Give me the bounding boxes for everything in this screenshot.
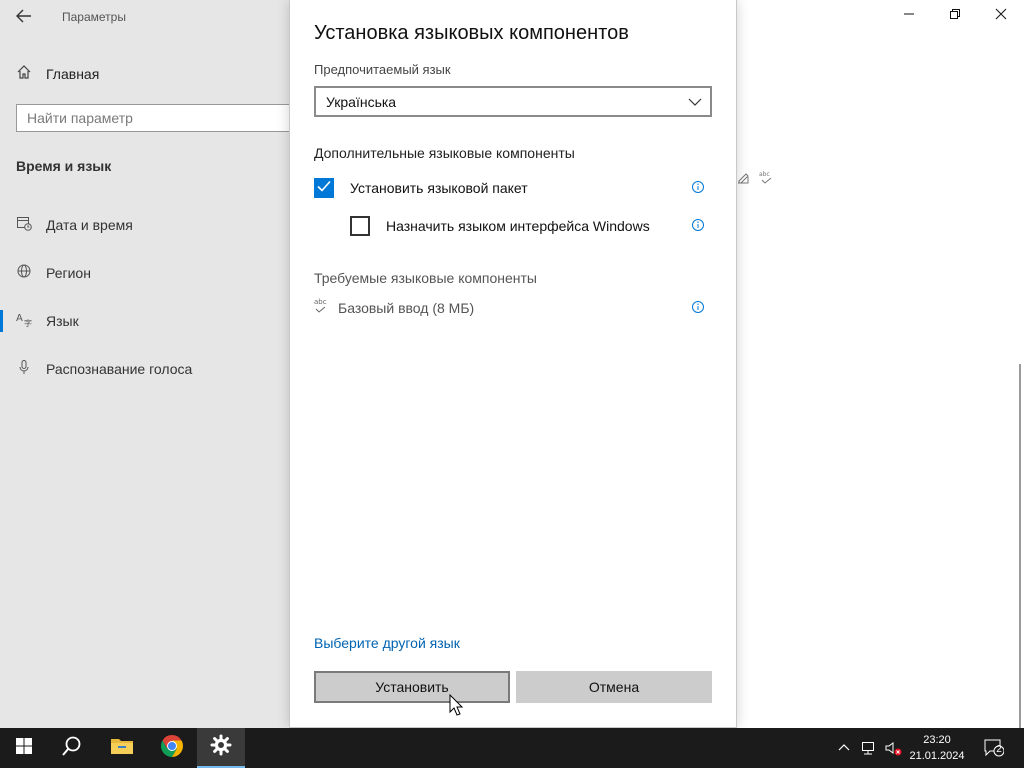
- nav-item-region[interactable]: Регион: [16, 261, 91, 285]
- basic-typing-icon: abc: [314, 297, 328, 320]
- file-explorer-button[interactable]: [98, 728, 146, 768]
- language-pack-checkbox[interactable]: [314, 178, 334, 198]
- globe-icon: [16, 263, 32, 284]
- choose-another-language-link[interactable]: Выберите другой язык: [314, 635, 460, 651]
- nav-item-speech[interactable]: Распознавание голоса: [16, 357, 192, 381]
- abc-text: abc: [314, 298, 327, 306]
- nav-item-label: Распознавание голоса: [46, 361, 193, 377]
- info-icon[interactable]: [691, 180, 705, 194]
- settings-sidebar: Параметры Главная Время и язык Дата и вр…: [0, 0, 306, 728]
- preferred-language-label: Предпочитаемый язык: [314, 62, 451, 77]
- nav-home-label: Главная: [46, 66, 100, 82]
- notification-count-badge: 2: [996, 744, 1002, 755]
- install-button[interactable]: Установить: [314, 671, 510, 703]
- option-language-pack[interactable]: Установить языковой пакет: [314, 177, 528, 199]
- cancel-button[interactable]: Отмена: [516, 671, 712, 703]
- content-background: [736, 0, 1024, 728]
- minimize-icon: [903, 7, 915, 25]
- checkmark-icon: [316, 178, 332, 199]
- optional-features-title: Дополнительные языковые компоненты: [314, 145, 575, 161]
- section-title: Время и язык: [16, 158, 112, 174]
- search-field[interactable]: [16, 104, 306, 132]
- mouse-cursor-icon: [449, 693, 464, 721]
- minimize-button[interactable]: [886, 4, 932, 28]
- clock-time: 23:20: [923, 734, 951, 746]
- home-icon: [16, 64, 32, 85]
- search-input[interactable]: [17, 105, 305, 131]
- nav-item-label: Язык: [46, 313, 79, 329]
- back-arrow-icon[interactable]: [14, 6, 34, 26]
- start-button[interactable]: [0, 728, 48, 768]
- required-feature-label: Базовый ввод (8 МБ): [338, 300, 475, 316]
- clock-date: 21.01.2024: [909, 750, 965, 762]
- language-icon: A字: [16, 311, 32, 332]
- info-icon[interactable]: [691, 218, 705, 232]
- option-label: Установить языковой пакет: [350, 180, 528, 196]
- chevron-up-icon[interactable]: [836, 740, 852, 756]
- search-icon: [61, 735, 83, 762]
- scrollbar[interactable]: [1019, 364, 1021, 728]
- taskbar: 23:20 21.01.2024 2: [0, 728, 1024, 768]
- preferred-language-select[interactable]: Українська: [314, 86, 712, 117]
- close-button[interactable]: [978, 4, 1024, 28]
- close-icon: [995, 7, 1007, 25]
- info-icon[interactable]: [691, 300, 705, 314]
- install-language-dialog: Установка языковых компонентов Предпочит…: [289, 0, 737, 728]
- system-clock[interactable]: 23:20 21.01.2024: [904, 732, 970, 764]
- option-label: Назначить языком интерфейса Windows: [386, 218, 650, 234]
- network-icon[interactable]: [860, 740, 876, 756]
- dialog-title: Установка языковых компонентов: [314, 22, 629, 44]
- nav-item-date-time[interactable]: Дата и время: [16, 213, 133, 237]
- display-language-checkbox[interactable]: [350, 216, 370, 236]
- nav-home[interactable]: Главная: [16, 64, 99, 84]
- required-feature-basic-typing: abc Базовый ввод (8 МБ): [314, 298, 474, 318]
- folder-icon: [110, 736, 134, 761]
- notification-center-button[interactable]: 2: [984, 739, 1005, 757]
- svg-text:A: A: [16, 313, 23, 324]
- search-button[interactable]: [48, 728, 96, 768]
- chrome-icon: [160, 734, 184, 763]
- required-features-title: Требуемые языковые компоненты: [314, 270, 537, 286]
- nav-item-label: Дата и время: [46, 217, 133, 233]
- spellcheck-icon: abc: [758, 170, 774, 191]
- pen-icon: [736, 170, 752, 191]
- svg-text:abc: abc: [759, 171, 770, 178]
- preferred-language-value: Українська: [326, 94, 397, 110]
- active-indicator: [0, 310, 3, 332]
- nav-item-label: Регион: [46, 265, 91, 281]
- option-display-language[interactable]: Назначить языком интерфейса Windows: [350, 215, 650, 237]
- settings-taskbar-button[interactable]: [197, 728, 245, 768]
- windows-logo-icon: [16, 737, 32, 759]
- volume-muted-icon[interactable]: [884, 740, 902, 756]
- svg-text:字: 字: [24, 318, 32, 327]
- chrome-button[interactable]: [148, 728, 196, 768]
- language-feature-icons: abc: [736, 170, 774, 191]
- restore-icon: [949, 7, 961, 25]
- app-title: Параметры: [62, 10, 126, 24]
- restore-button[interactable]: [932, 4, 978, 28]
- microphone-icon: [16, 359, 32, 380]
- calendar-clock-icon: [16, 215, 32, 236]
- gear-icon: [210, 734, 232, 761]
- chevron-down-icon: [688, 95, 702, 114]
- nav-item-language[interactable]: A字 Язык: [16, 309, 79, 333]
